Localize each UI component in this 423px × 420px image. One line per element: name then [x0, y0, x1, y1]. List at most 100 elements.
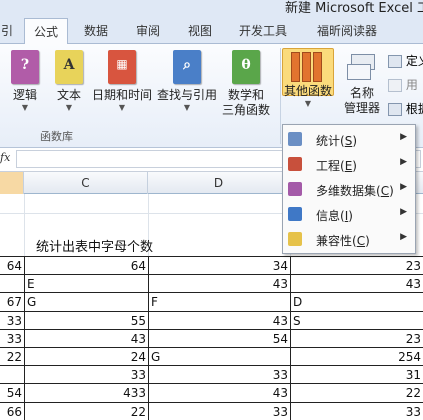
create-from-selection-button[interactable]: 根据: [388, 100, 423, 117]
table-cell[interactable]: [0, 274, 24, 292]
table-cell[interactable]: D: [290, 292, 423, 311]
menu-item-information[interactable]: 信息(I) ▶: [283, 202, 415, 227]
table-cell[interactable]: G: [24, 292, 148, 311]
sheet-heading: 统计出表中字母个数: [36, 240, 154, 255]
create-from-selection-label: 根据: [405, 102, 423, 116]
more-functions-icon: [291, 52, 325, 82]
column-header-b[interactable]: [0, 172, 24, 194]
date-time-button-label: 日期和时间: [91, 88, 152, 102]
math-trig-label-1: 数学和: [227, 88, 264, 102]
compatibility-icon: [288, 232, 302, 246]
chevron-down-icon: ▼: [21, 103, 29, 112]
insert-function-icon[interactable]: fx: [0, 151, 14, 167]
table-cell[interactable]: 23: [290, 328, 423, 347]
name-manager-button[interactable]: 名称 管理器: [340, 50, 384, 116]
column-header-d[interactable]: D: [148, 172, 290, 194]
define-name-button[interactable]: 定义: [388, 52, 423, 69]
chevron-right-icon: ▶: [400, 132, 407, 142]
define-name-label: 定义: [405, 54, 423, 68]
table-cell[interactable]: S: [290, 310, 423, 329]
table-cell[interactable]: 24: [24, 347, 148, 366]
lookup-reference-button[interactable]: ⌕ 查找与引用 ▼: [155, 50, 219, 113]
chevron-right-icon: ▶: [400, 157, 407, 167]
more-functions-menu: 统计(S) ▶ 工程(E) ▶ 多维数据集(C) ▶ 信息(I) ▶ 兼容性(C…: [282, 124, 416, 254]
name-manager-label-1: 名称: [349, 86, 374, 100]
table-cell[interactable]: F: [148, 292, 290, 311]
table-cell[interactable]: 254: [290, 347, 423, 366]
table-cell[interactable]: 33: [290, 401, 423, 420]
table-cell[interactable]: 64: [0, 256, 24, 274]
column-header-c[interactable]: C: [24, 172, 148, 194]
tab-data[interactable]: 数据: [74, 18, 118, 44]
tab-review[interactable]: 审阅: [126, 18, 170, 44]
data-table: 64 64 34 23 E 43 43 67 G F D 33 55 43 S 33 43 54 23 22 24 G 25…: [0, 256, 423, 420]
chevron-down-icon: ▼: [183, 103, 191, 112]
table-cell[interactable]: 67: [0, 292, 24, 310]
table-cell[interactable]: 33: [0, 328, 24, 347]
information-icon: [288, 207, 302, 221]
math-trig-label-2: 三角函数: [221, 103, 270, 117]
chevron-right-icon: ▶: [400, 207, 407, 217]
table-cell[interactable]: 43: [290, 274, 423, 293]
cube-icon: [288, 182, 302, 196]
chevron-right-icon: ▶: [400, 182, 407, 192]
table-cell[interactable]: 433: [24, 383, 148, 402]
table-cell[interactable]: 23: [290, 256, 423, 275]
table-cell[interactable]: 22: [0, 347, 24, 365]
table-cell[interactable]: 43: [148, 310, 290, 329]
math-trig-button[interactable]: θ 数学和 三角函数: [220, 50, 272, 118]
menu-item-statistics[interactable]: 统计(S) ▶: [283, 127, 415, 152]
chevron-down-icon: ▼: [118, 103, 126, 112]
lookup-reference-button-label: 查找与引用: [156, 88, 217, 102]
name-manager-icon: [347, 50, 377, 82]
table-cell[interactable]: 54: [148, 328, 290, 347]
chevron-down-icon: ▼: [304, 99, 312, 108]
table-cell[interactable]: 33: [148, 365, 290, 384]
logic-button[interactable]: ? 逻辑 ▼: [4, 50, 46, 113]
ribbon-tab-row: 引 公式 数据 审阅 视图 开发工具 福昕阅读器: [0, 18, 423, 45]
table-cell[interactable]: 66: [0, 401, 24, 420]
table-cell[interactable]: G: [148, 347, 290, 366]
menu-item-compatibility[interactable]: 兼容性(C) ▶: [283, 227, 415, 252]
table-cell[interactable]: [0, 365, 24, 383]
text-button-label: 文本: [56, 88, 81, 102]
table-cell[interactable]: 33: [148, 401, 290, 420]
table-cell[interactable]: 55: [24, 310, 148, 329]
table-cell[interactable]: 22: [290, 383, 423, 402]
table-cell[interactable]: 34: [148, 256, 290, 275]
define-name-icon: [388, 55, 402, 68]
menu-item-cube[interactable]: 多维数据集(C) ▶: [283, 177, 415, 202]
statistics-icon: [288, 132, 302, 146]
tab-foxit-reader[interactable]: 福昕阅读器: [304, 18, 390, 44]
menu-item-engineering[interactable]: 工程(E) ▶: [283, 152, 415, 177]
chevron-right-icon: ▶: [400, 232, 407, 242]
date-book-icon: ▦: [108, 50, 136, 84]
table-cell[interactable]: 33: [24, 365, 148, 384]
table-cell[interactable]: 33: [0, 310, 24, 329]
table-cell[interactable]: E: [24, 274, 148, 293]
table-cell[interactable]: 22: [24, 401, 148, 420]
function-library-group-label: 函数库: [40, 130, 73, 143]
table-cell[interactable]: 43: [24, 328, 148, 347]
table-cell[interactable]: 54: [0, 383, 24, 401]
tab-reference[interactable]: 引: [0, 18, 16, 44]
tab-view[interactable]: 视图: [178, 18, 222, 44]
logic-button-label: 逻辑: [12, 88, 37, 102]
create-from-selection-icon: [388, 103, 402, 116]
engineering-icon: [288, 157, 302, 171]
chevron-down-icon: ▼: [65, 103, 73, 112]
more-functions-label-area[interactable]: 其他函数 ▼: [280, 84, 336, 109]
table-cell[interactable]: 43: [148, 383, 290, 402]
more-functions-label: 其他函数: [283, 84, 332, 98]
use-in-formula-icon: [388, 79, 402, 92]
text-button[interactable]: A 文本 ▼: [48, 50, 90, 113]
title-bar: 新建 Microsoft Excel 工: [0, 0, 423, 18]
tab-developer[interactable]: 开发工具: [228, 18, 298, 44]
tab-formulas[interactable]: 公式: [24, 18, 68, 45]
use-in-formula-button[interactable]: 用: [388, 76, 418, 93]
table-cell[interactable]: 64: [24, 256, 148, 275]
table-cell[interactable]: 43: [148, 274, 290, 293]
table-cell[interactable]: 31: [290, 365, 423, 384]
date-time-button[interactable]: ▦ 日期和时间 ▼: [90, 50, 154, 113]
name-manager-label-2: 管理器: [343, 101, 380, 115]
